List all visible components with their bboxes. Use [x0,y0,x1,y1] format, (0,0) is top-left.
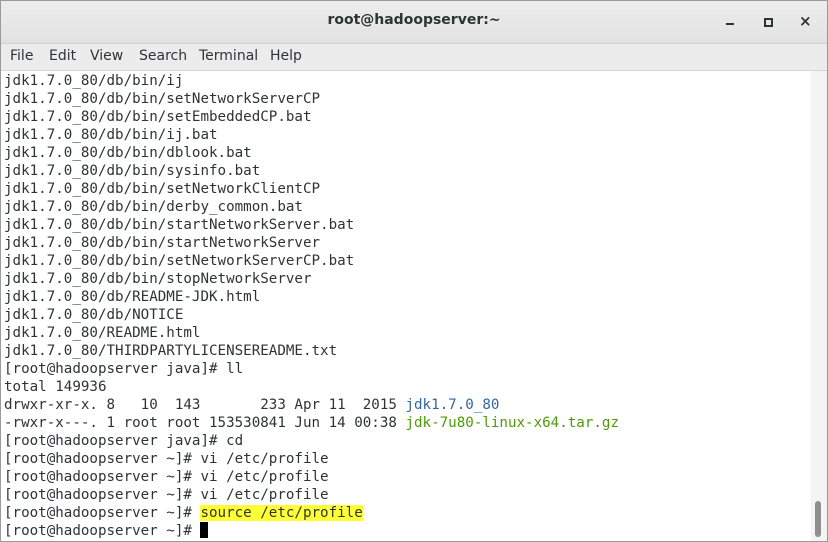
text-cursor [200,522,209,538]
prompt: [root@hadoopserver ~]# [4,505,201,521]
terminal-line: jdk1.7.0_80/db/NOTICE [4,307,184,323]
terminal-line: jdk1.7.0_80/db/bin/setNetworkServerCP.ba… [4,253,355,269]
terminal-line-current: [root@hadoopserver ~]# [4,522,209,540]
menu-view[interactable]: View [90,48,123,64]
terminal-window: root@hadoopserver:~ × File Edit View Sea… [0,0,828,542]
close-icon: × [799,12,812,30]
terminal-line: jdk1.7.0_80/db/bin/startNetworkServer [4,235,321,251]
terminal-line: jdk1.7.0_80/db/bin/ij [4,73,184,89]
terminal-line: [root@hadoopserver ~]# vi /etc/profile [4,487,329,503]
ls-row-perms: drwxr-xr-x. 8 10 143 233 Apr 11 2015 [4,397,406,413]
menu-bar: File Edit View Search Terminal Help [1,44,827,71]
terminal-line: jdk1.7.0_80/db/bin/setNetworkClientCP [4,181,321,197]
highlighted-command: source /etc/profile [200,505,363,521]
terminal-line: [root@hadoopserver java]# ll [4,361,244,377]
terminal-line: total 149936 [4,379,107,395]
terminal-line: jdk1.7.0_80/db/bin/setEmbeddedCP.bat [4,109,312,125]
ls-row: -rwxr-x---. 1 root root 153530841 Jun 14… [4,414,619,432]
menu-edit[interactable]: Edit [49,48,76,64]
terminal-line: jdk1.7.0_80/db/bin/dblook.bat [4,145,252,161]
terminal-line: jdk1.7.0_80/db/bin/derby_common.bat [4,199,303,215]
menu-help[interactable]: Help [270,48,302,64]
window-title: root@hadoopserver:~ [327,12,501,28]
menu-terminal[interactable]: Terminal [199,48,258,64]
menu-file[interactable]: File [10,48,33,64]
terminal-line: [root@hadoopserver java]# cd [4,433,244,449]
maximize-icon [764,18,773,27]
terminal-line: jdk1.7.0_80/db/bin/sysinfo.bat [4,163,261,179]
terminal-line: [root@hadoopserver ~]# vi /etc/profile [4,469,329,485]
terminal-line: jdk1.7.0_80/db/bin/ij.bat [4,127,218,143]
maximize-button[interactable] [755,9,781,35]
terminal-line: jdk1.7.0_80/db/bin/setNetworkServerCP [4,91,321,107]
title-bar[interactable]: root@hadoopserver:~ × [1,1,827,44]
ls-dir-name: jdk1.7.0_80 [405,397,500,413]
ls-row-perms: -rwxr-x---. 1 root root 153530841 Jun 14… [4,415,406,431]
scrollbar-thumb[interactable] [815,501,821,537]
close-button[interactable]: × [793,9,819,35]
terminal-line: jdk1.7.0_80/THIRDPARTYLICENSEREADME.txt [4,343,338,359]
minimize-button[interactable] [717,9,743,35]
terminal-line-highlighted: [root@hadoopserver ~]# source /etc/profi… [4,504,363,522]
terminal-line: [root@hadoopserver ~]# vi /etc/profile [4,451,329,467]
vertical-scrollbar[interactable] [811,71,827,541]
terminal-line: jdk1.7.0_80/README.html [4,325,201,341]
prompt: [root@hadoopserver ~]# [4,523,201,539]
ls-archive-name: jdk-7u80-linux-x64.tar.gz [405,415,620,431]
ls-row: drwxr-xr-x. 8 10 143 233 Apr 11 2015 jdk… [4,396,499,414]
terminal-output[interactable]: jdk1.7.0_80/db/bin/ij jdk1.7.0_80/db/bin… [1,71,811,541]
terminal-line: jdk1.7.0_80/db/bin/stopNetworkServer [4,271,312,287]
menu-search[interactable]: Search [139,48,187,64]
terminal-line: jdk1.7.0_80/db/README-JDK.html [4,289,261,305]
terminal-line: jdk1.7.0_80/db/bin/startNetworkServer.ba… [4,217,355,233]
minimize-icon [726,23,734,25]
